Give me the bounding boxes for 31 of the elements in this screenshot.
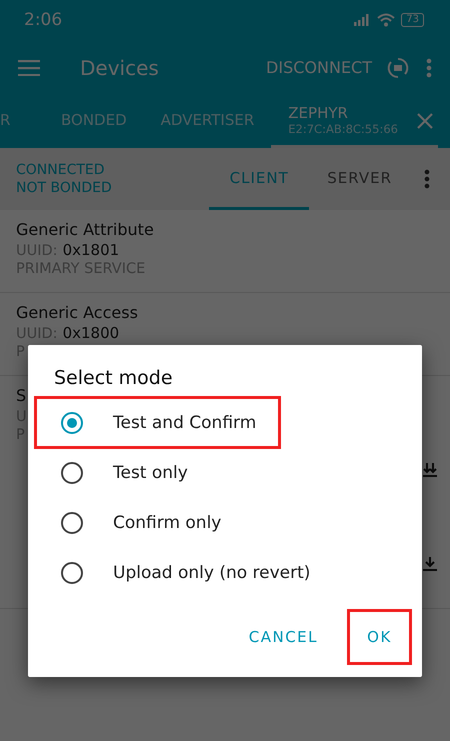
app-title: Devices: [80, 56, 160, 80]
dialog-button[interactable]: CANCEL: [232, 609, 335, 665]
signal-icon: [353, 14, 372, 26]
radio-button[interactable]: [61, 462, 83, 484]
radio-option[interactable]: Test only: [34, 446, 254, 499]
menu-icon[interactable]: [18, 60, 40, 76]
more-icon[interactable]: [424, 169, 430, 189]
tab[interactable]: SERVER: [309, 148, 410, 210]
radio-option[interactable]: Confirm only: [34, 496, 254, 549]
close-icon[interactable]: [416, 112, 434, 130]
dialog-title: Select mode: [54, 367, 174, 389]
download-icon[interactable]: [422, 462, 438, 478]
battery-indicator: 73: [401, 13, 424, 27]
download-icon[interactable]: [422, 556, 438, 572]
wifi-icon: [377, 13, 396, 27]
disconnect-button[interactable]: DISCONNECT: [266, 58, 372, 77]
dialog-button[interactable]: OK: [347, 609, 412, 665]
bond-state: NOT BONDED: [16, 180, 113, 196]
radio-button[interactable]: [61, 562, 83, 584]
service-name[interactable]: S: [16, 386, 26, 405]
connection-state: CONNECTED: [16, 162, 106, 178]
more-icon[interactable]: [426, 58, 432, 78]
service-name[interactable]: Generic Access: [16, 303, 138, 322]
radio-option[interactable]: Test and Confirm: [34, 396, 281, 449]
dfu-icon[interactable]: [386, 56, 410, 80]
status-time: 2:06: [24, 10, 62, 30]
tab[interactable]: CLIENT: [209, 148, 310, 210]
radio-button[interactable]: [61, 512, 83, 534]
radio-option[interactable]: Upload only (no revert): [34, 546, 334, 599]
radio-button[interactable]: [61, 412, 83, 434]
service-name[interactable]: Generic Attribute: [16, 220, 154, 239]
